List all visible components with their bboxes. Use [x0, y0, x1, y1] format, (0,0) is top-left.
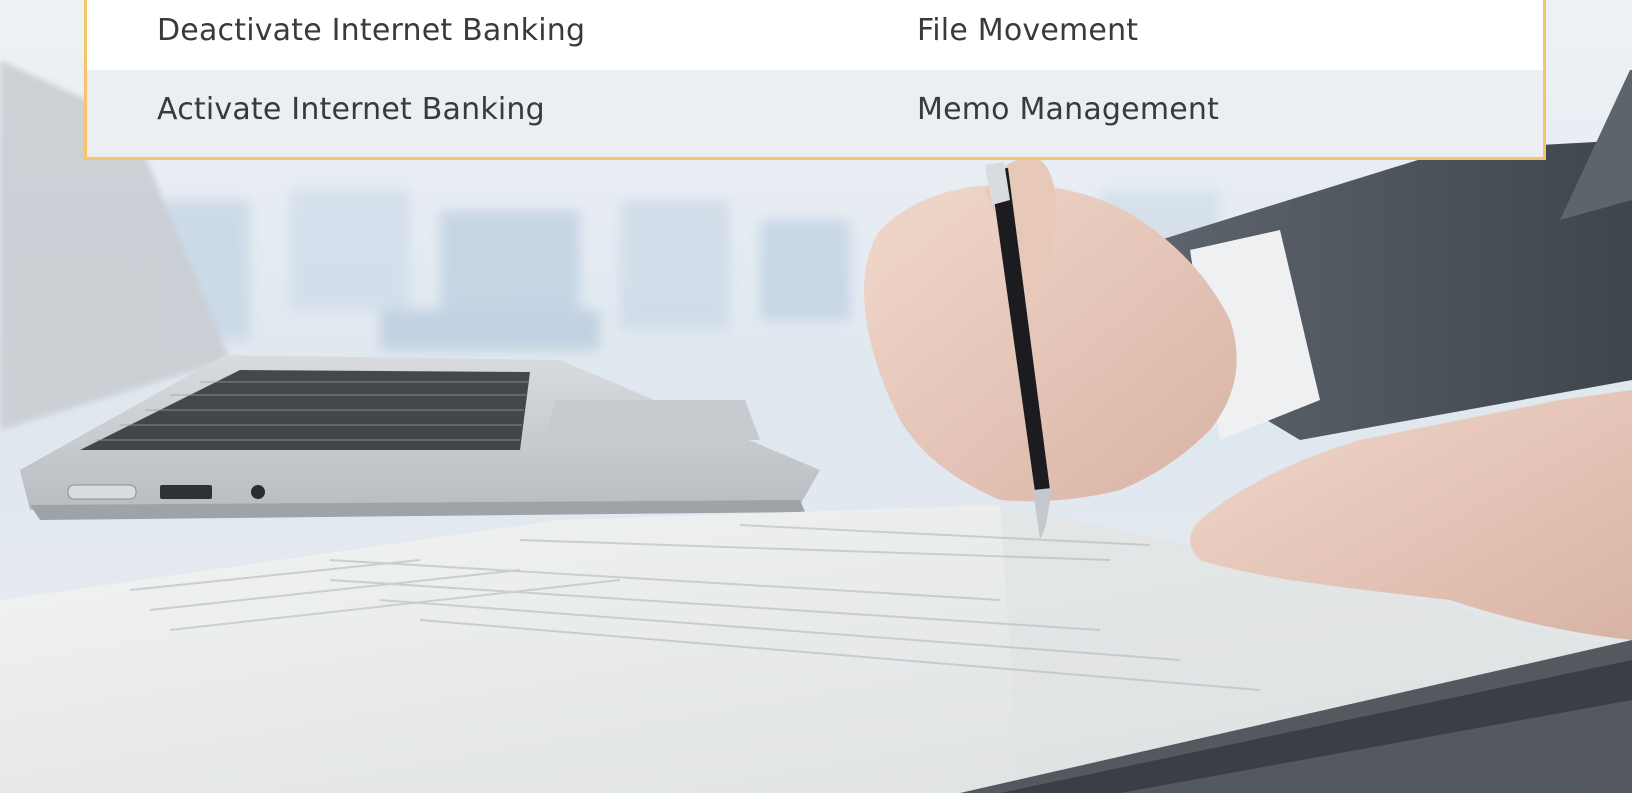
menu-item-deactivate-internet-banking[interactable]: Deactivate Internet Banking: [87, 13, 917, 48]
menu-row: Activate Internet Banking Memo Managemen…: [87, 70, 1543, 157]
menu-item-file-movement[interactable]: File Movement: [917, 13, 1543, 48]
menu-row: Deactivate Internet Banking File Movemen…: [87, 0, 1543, 70]
menu-item-activate-internet-banking[interactable]: Activate Internet Banking: [87, 92, 917, 127]
menu-item-memo-management[interactable]: Memo Management: [917, 92, 1543, 127]
menu-panel: Deactivate Internet Banking File Movemen…: [84, 0, 1546, 160]
page: Deactivate Internet Banking File Movemen…: [0, 0, 1632, 793]
